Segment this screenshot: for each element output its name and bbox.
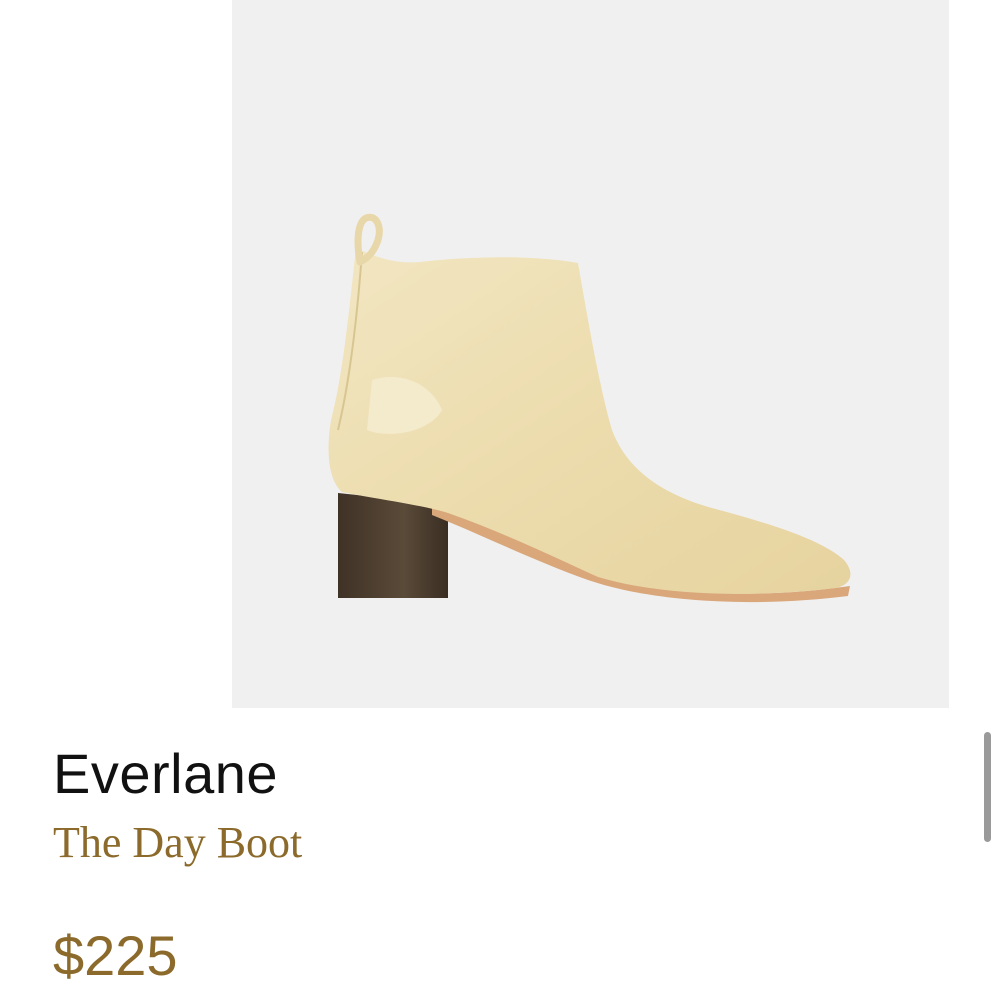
scrollbar-thumb[interactable] [984,732,991,842]
product-image[interactable] [232,0,949,708]
brand-name: Everlane [53,742,279,805]
heel-shape [338,493,448,598]
boot-image [328,213,851,603]
pull-tab-shape [354,213,383,266]
product-name[interactable]: The Day Boot [53,816,302,870]
product-price: $225 [53,924,178,987]
